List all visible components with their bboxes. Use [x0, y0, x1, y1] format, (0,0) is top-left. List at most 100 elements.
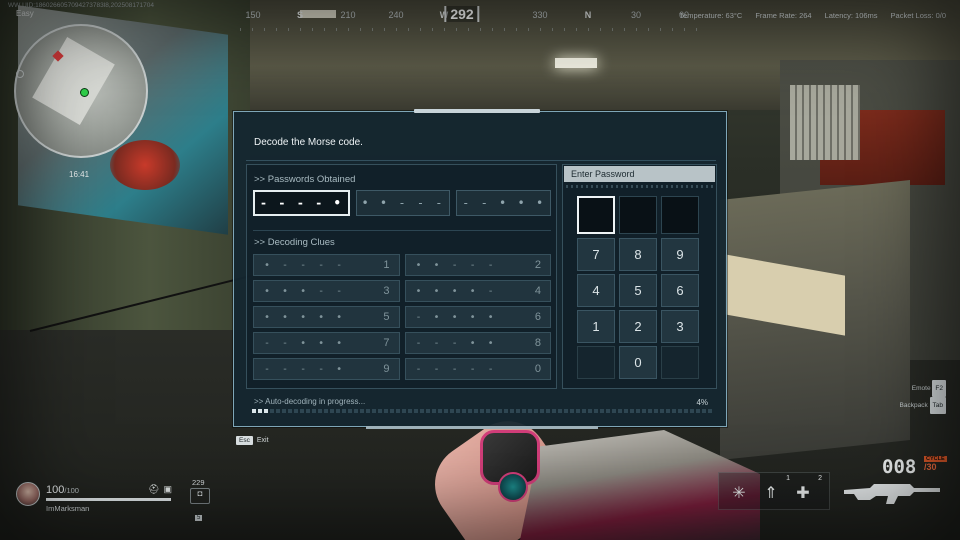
ability-arrow-icon[interactable]: ⇑ 1: [758, 475, 790, 506]
keypad-blank: [661, 346, 699, 379]
clue-digit: 7: [383, 337, 390, 349]
panel-title: Decode the Morse code.: [254, 137, 363, 148]
clue-digit: 1: [383, 259, 390, 271]
minimap-time: 16:41: [69, 170, 90, 179]
exit-hint[interactable]: Esc Exit: [236, 436, 269, 445]
gadget-slot-icon: ◘: [190, 488, 210, 504]
backpack-hint: Backpack Tab: [900, 397, 946, 414]
password-entry-slots: [577, 196, 699, 234]
auto-decode-percent: 4%: [696, 398, 708, 407]
panel-bottom-accent: [366, 426, 598, 429]
entry-slot-active[interactable]: [577, 196, 615, 234]
clue-item: • • • • - 4: [404, 280, 551, 302]
clue-item: • • • • • 5: [253, 306, 400, 328]
panel-top-accent: [414, 109, 540, 113]
clue-digit: 0: [534, 363, 541, 375]
backpack-key: Tab: [929, 397, 946, 414]
emote-label: Emote: [911, 385, 931, 392]
esc-key-icon: Esc: [236, 436, 253, 445]
entry-slot[interactable]: [619, 196, 657, 234]
minimap: [14, 24, 148, 158]
poster-paint-splash: [110, 140, 180, 190]
keypad-key-7[interactable]: 7: [577, 238, 615, 271]
password-slot[interactable]: • • - - -: [355, 190, 451, 216]
clue-item: - - • • • 7: [253, 332, 400, 354]
clue-code: • - - - -: [264, 259, 346, 271]
grenade-count: 2: [818, 475, 822, 482]
keypad-key-3[interactable]: 3: [661, 310, 699, 343]
password-entry-pane: Enter Password 7 8 9 4 5 6 1 2 3 0: [562, 164, 717, 389]
player-uid: WW UID:1860266057094273783l8,20250817170…: [8, 2, 155, 9]
compass-mark: 150: [245, 10, 261, 20]
difficulty-label: Easy: [16, 9, 34, 18]
health-max: /100: [64, 486, 79, 495]
compass-mark: 330: [532, 10, 548, 20]
ceiling-light: [555, 58, 597, 68]
divider: [253, 230, 551, 231]
keypad-key-9[interactable]: 9: [661, 238, 699, 271]
keypad-key-0[interactable]: 0: [619, 346, 657, 379]
clue-code: • • • • •: [264, 311, 346, 323]
compass-mark: 60: [678, 10, 690, 20]
latency-stat: Latency: 106ms: [824, 11, 878, 20]
window-blinds: [790, 85, 860, 160]
clue-digit: 4: [534, 285, 541, 297]
magazine-capacity: /30: [924, 462, 937, 472]
clue-code: - - • • •: [264, 337, 346, 349]
minimap-building: [32, 36, 115, 126]
clue-digit: 2: [534, 259, 541, 271]
clue-code: • • • - -: [264, 285, 346, 297]
keypad-key-2[interactable]: 2: [619, 310, 657, 343]
magazine-ammo: 008: [882, 456, 917, 478]
keypad-key-1[interactable]: 1: [577, 310, 615, 343]
control-hints: Emote F2 Backpack Tab: [900, 380, 946, 414]
clue-item: • • - - - 2: [404, 254, 551, 276]
entry-slot[interactable]: [661, 196, 699, 234]
emote-key: F2: [932, 380, 946, 397]
minimap-ping-icon: [16, 70, 24, 78]
grenade-icon[interactable]: ✚ 2: [790, 475, 822, 506]
clue-item: • • • - - 3: [253, 280, 400, 302]
clue-code: - - - - •: [264, 363, 346, 375]
clue-item: • - - - - 1: [253, 254, 400, 276]
clue-item: - • • • • 6: [404, 306, 551, 328]
keypad-key-8[interactable]: 8: [619, 238, 657, 271]
packet-loss-stat: Packet Loss: 0/0: [890, 11, 946, 20]
password-slot[interactable]: - - • • •: [456, 190, 552, 216]
clue-item: - - - - • 9: [253, 358, 400, 380]
keypad-key-6[interactable]: 6: [661, 274, 699, 307]
enter-password-header: Enter Password: [564, 166, 715, 182]
compass-mark: 30: [630, 10, 642, 20]
decode-info-pane: >> Passwords Obtained - - - - • • • - - …: [246, 164, 557, 389]
auto-decode-status: >> Auto-decoding in progress...: [254, 397, 366, 406]
compass-mark: N: [584, 10, 592, 20]
drone-skill-icon[interactable]: ✳: [726, 480, 752, 506]
reserve-ammo-count: 229: [192, 478, 205, 487]
health-value: 100: [46, 484, 65, 496]
numeric-keypad: 7 8 9 4 5 6 1 2 3 0: [577, 238, 699, 379]
gadget-key-icon: 5: [195, 515, 203, 521]
auto-decode-progress-fill: [252, 409, 270, 413]
performance-stats: Temperature: 63°C Frame Rate: 264 Latenc…: [679, 11, 946, 20]
minimap-player-icon: [80, 88, 89, 97]
clue-code: - • • • •: [415, 311, 497, 323]
player-avatar: [16, 482, 40, 506]
exit-label: Exit: [256, 437, 269, 444]
compass-heading: 292: [444, 6, 480, 22]
player-health: 100/100: [46, 484, 79, 496]
rifle-icon: [844, 484, 940, 504]
keypad-blank: [577, 346, 615, 379]
health-bar: [46, 498, 171, 501]
passwords-obtained-row: - - - - • • • - - - - - • • •: [253, 190, 552, 218]
passwords-obtained-label: >> Passwords Obtained: [254, 174, 356, 185]
compass-ticks: [240, 28, 700, 31]
keypad-key-5[interactable]: 5: [619, 274, 657, 307]
password-slot-selected[interactable]: - - - - •: [253, 190, 350, 216]
status-icons: ⛑ ▣: [148, 484, 172, 495]
player-watch: [498, 472, 528, 502]
clue-item: - - - - - 0: [404, 358, 551, 380]
divider: [246, 160, 716, 161]
keypad-key-4[interactable]: 4: [577, 274, 615, 307]
clue-code: - - - • •: [415, 337, 497, 349]
decoding-clues-label: >> Decoding Clues: [254, 237, 335, 248]
